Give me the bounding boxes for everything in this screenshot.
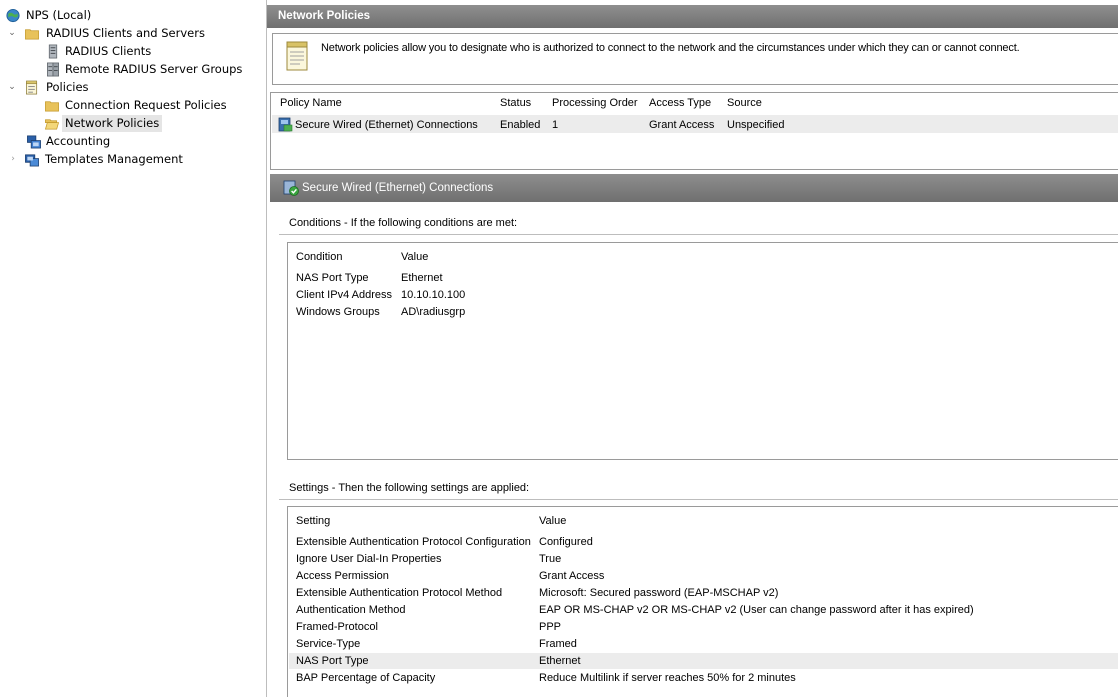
setting-value: PPP [539, 621, 562, 633]
tree-item-label: Remote RADIUS Server Groups [65, 62, 243, 76]
column-header-setting: Setting [296, 515, 331, 527]
setting-value: EAP OR MS-CHAP v2 OR MS-CHAP v2 (User ca… [539, 604, 974, 616]
column-header-status[interactable]: Status [500, 97, 531, 109]
policy-table: Policy Name Status Processing Order Acce… [270, 92, 1118, 170]
tree-item-label: NPS (Local) [26, 8, 92, 22]
chevron-down-icon[interactable]: ⌄ [7, 25, 17, 42]
condition-name: NAS Port Type [296, 272, 369, 284]
setting-name: Authentication Method [296, 604, 406, 616]
server-icon [48, 44, 58, 59]
detail-title: Secure Wired (Ethernet) Connections [270, 174, 1118, 202]
policy-check-icon [283, 180, 299, 196]
tree-item-policies[interactable]: ⌄ Policies [7, 79, 92, 96]
tree-item-nps-local[interactable]: NPS (Local) [5, 7, 94, 24]
server-group-icon [47, 62, 59, 77]
tree-item-network-policies[interactable]: Network Policies [44, 115, 163, 132]
tree-item-label: Accounting [46, 134, 111, 148]
column-header-value: Value [539, 515, 567, 527]
document-icon [26, 80, 38, 95]
setting-value: True [539, 553, 562, 565]
tree-item-label: RADIUS Clients and Servers [46, 26, 205, 40]
setting-value: Grant Access [539, 570, 605, 582]
panel-description: Network policies allow you to designate … [321, 42, 1020, 54]
settings-label: Settings - Then the following settings a… [289, 482, 530, 494]
tree-item-radius-clients-and-servers[interactable]: ⌄ RADIUS Clients and Servers [7, 25, 208, 42]
setting-name: Framed-Protocol [296, 621, 378, 633]
highlighted-row [289, 653, 1118, 669]
settings-table: Setting Value Extensible Authentication … [287, 506, 1118, 697]
setting-name: BAP Percentage of Capacity [296, 672, 436, 684]
column-header-access-type[interactable]: Access Type [649, 97, 711, 109]
tree-item-label: Policies [46, 80, 89, 94]
tree-item-label: Connection Request Policies [65, 98, 227, 112]
tree-item-label: Network Policies [62, 115, 163, 132]
setting-name: Extensible Authentication Protocol Metho… [296, 587, 503, 599]
templates-icon [25, 154, 39, 167]
folder-icon [45, 101, 59, 112]
separator [279, 234, 1118, 235]
policy-icon [278, 117, 293, 132]
column-header-policy-name[interactable]: Policy Name [280, 97, 342, 109]
setting-name: Access Permission [296, 570, 389, 582]
setting-name: Ignore User Dial-In Properties [296, 553, 442, 565]
description-box: Network policies allow you to designate … [272, 33, 1118, 85]
condition-value: Ethernet [401, 272, 443, 284]
policy-name-cell: Secure Wired (Ethernet) Connections [295, 119, 478, 131]
setting-value: Ethernet [539, 655, 581, 667]
policy-source-cell: Unspecified [727, 119, 785, 131]
setting-value: Microsoft: Secured password (EAP-MSCHAP … [539, 587, 779, 599]
chevron-right-icon[interactable]: › [8, 151, 18, 168]
separator [279, 499, 1118, 500]
tree-item-radius-clients[interactable]: RADIUS Clients [45, 43, 154, 60]
column-header-condition: Condition [296, 251, 343, 263]
condition-name: Windows Groups [296, 306, 380, 318]
policy-status-cell: Enabled [500, 119, 541, 131]
accounting-icon [27, 135, 41, 149]
setting-value: Configured [539, 536, 593, 548]
tree-item-label: Templates Management [45, 152, 183, 166]
condition-name: Client IPv4 Address [296, 289, 392, 301]
condition-value: AD\radiusgrp [401, 306, 466, 318]
tree-item-connection-request-policies[interactable]: Connection Request Policies [44, 97, 230, 114]
condition-value: 10.10.10.100 [401, 289, 466, 301]
tree-item-label: RADIUS Clients [65, 44, 152, 58]
folder-icon [25, 29, 39, 40]
setting-value: Reduce Multilink if server reaches 50% f… [539, 672, 796, 684]
setting-name: Extensible Authentication Protocol Confi… [296, 536, 531, 548]
folder-open-icon [44, 119, 60, 130]
setting-name: NAS Port Type [296, 655, 369, 667]
setting-name: Service-Type [296, 638, 361, 650]
policy-order-cell: 1 [552, 119, 559, 131]
panel-title: Network Policies [267, 5, 1118, 28]
chevron-down-icon[interactable]: ⌄ [7, 79, 17, 96]
console-tree: NPS (Local) ⌄ RADIUS Clients and Servers… [0, 0, 267, 697]
policy-access-cell: Grant Access [649, 119, 715, 131]
tree-item-templates-management[interactable]: › Templates Management [10, 151, 186, 168]
column-header-processing-order[interactable]: Processing Order [552, 97, 638, 109]
globe-server-icon [6, 8, 20, 23]
detail-title-text: Secure Wired (Ethernet) Connections [302, 182, 494, 194]
conditions-table: Condition Value NAS Port Type Ethernet C… [287, 242, 1118, 460]
tree-item-accounting[interactable]: Accounting [26, 133, 113, 150]
details-pane: Network Policies Network policies allow … [267, 0, 1118, 697]
notepad-icon [286, 41, 308, 71]
setting-value: Framed [539, 638, 577, 650]
column-header-source[interactable]: Source [727, 97, 762, 109]
column-header-value: Value [401, 251, 429, 263]
conditions-label: Conditions - If the following conditions… [289, 217, 518, 229]
tree-item-remote-radius-server-groups[interactable]: Remote RADIUS Server Groups [45, 61, 245, 78]
